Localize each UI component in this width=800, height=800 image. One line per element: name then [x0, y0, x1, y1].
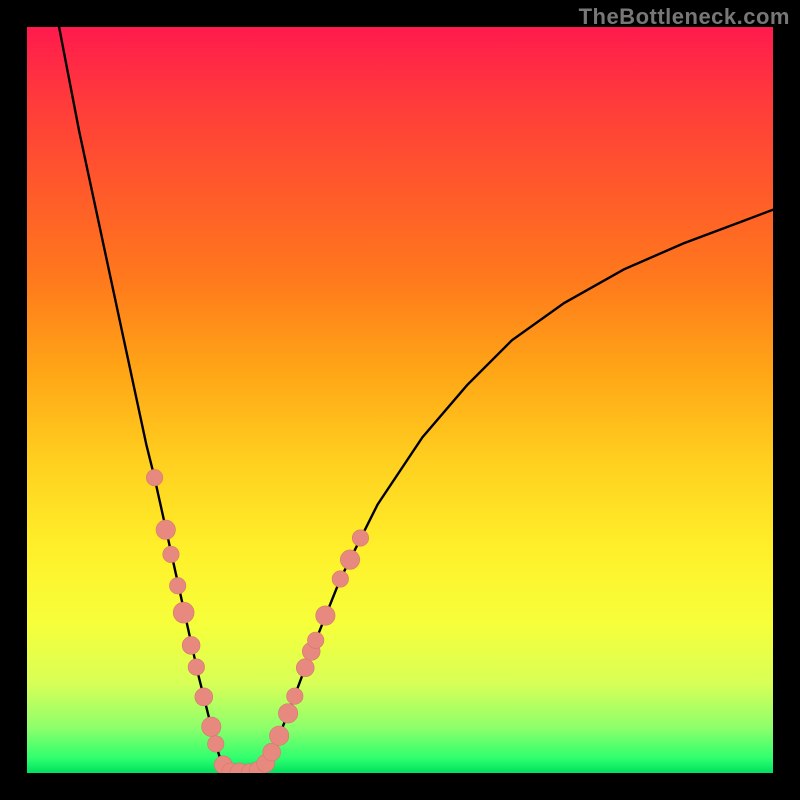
chart-frame: TheBottleneck.com	[0, 0, 800, 800]
data-marker	[340, 550, 359, 569]
data-marker	[269, 726, 288, 745]
watermark-text: TheBottleneck.com	[579, 4, 790, 30]
data-marker	[156, 520, 175, 539]
data-marker	[316, 606, 335, 625]
data-marker	[188, 659, 204, 675]
data-marker	[195, 688, 213, 706]
data-marker	[296, 659, 314, 677]
data-marker	[202, 717, 221, 736]
data-marker	[208, 736, 224, 752]
data-markers	[146, 469, 368, 773]
data-marker	[352, 530, 368, 546]
data-marker	[278, 704, 297, 723]
data-marker	[146, 469, 162, 485]
chart-overlay	[27, 27, 773, 773]
data-marker	[287, 688, 303, 704]
data-marker	[173, 602, 194, 623]
data-marker	[307, 632, 323, 648]
data-marker	[263, 743, 281, 761]
data-marker	[163, 546, 179, 562]
data-marker	[182, 636, 200, 654]
data-marker	[169, 578, 185, 594]
data-marker	[332, 571, 348, 587]
bottleneck-curve	[59, 27, 773, 773]
